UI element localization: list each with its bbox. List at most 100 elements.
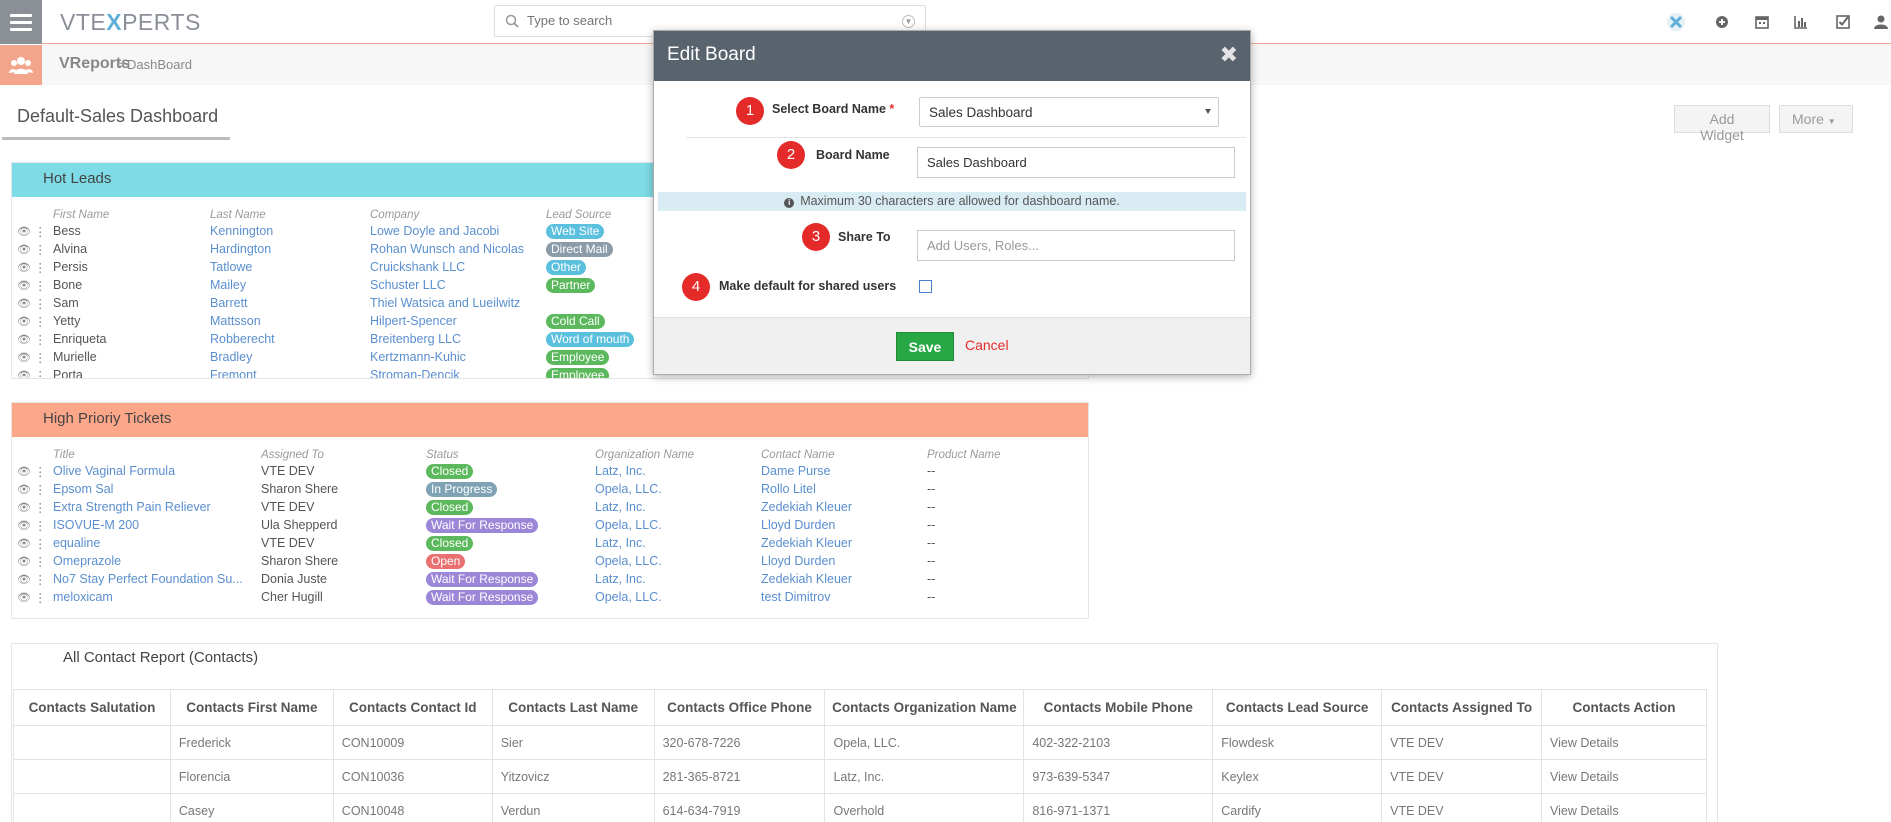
row-actions-icon[interactable]: ⋮ [34, 518, 47, 533]
row-actions-icon[interactable]: ⋮ [34, 500, 47, 515]
ticket-title[interactable]: Omeprazole [53, 554, 121, 568]
col-status[interactable]: Status [426, 449, 459, 461]
col-company[interactable]: Company [370, 209, 419, 221]
list-item[interactable]: 👁 ⋮ Olive Vaginal Formula VTE DEV Closed Latz… [12, 463, 1088, 481]
lead-company[interactable]: Stroman-Dencik [370, 368, 460, 378]
row-actions-icon[interactable]: ⋮ [34, 482, 47, 497]
tickets-header[interactable]: High Prioriy Tickets [12, 403, 1088, 437]
ticket-contact[interactable]: Dame Purse [761, 464, 830, 478]
ticket-org[interactable]: Opela, LLC. [595, 518, 662, 532]
view-eye-icon[interactable]: 👁 [17, 483, 31, 496]
view-eye-icon[interactable]: 👁 [17, 555, 31, 568]
lead-company[interactable]: Schuster LLC [370, 278, 446, 292]
col-assigned-to[interactable]: Assigned To [261, 449, 324, 461]
ticket-title[interactable]: Extra Strength Pain Reliever [53, 500, 211, 514]
view-eye-icon[interactable]: 👁 [17, 315, 31, 328]
select-board-dropdown[interactable]: Sales Dashboard [919, 97, 1219, 127]
row-actions-icon[interactable]: ⋮ [34, 278, 47, 293]
row-actions-icon[interactable]: ⋮ [34, 554, 47, 569]
ticket-title[interactable]: meloxicam [53, 590, 113, 604]
ticket-contact[interactable]: Zedekiah Kleuer [761, 536, 852, 550]
view-eye-icon[interactable]: 👁 [17, 225, 31, 238]
view-eye-icon[interactable]: 👁 [17, 369, 31, 378]
col-last-name[interactable]: Last Name [210, 209, 266, 221]
row-actions-icon[interactable]: ⋮ [34, 242, 47, 257]
lead-last-name[interactable]: Mattsson [210, 314, 261, 328]
cancel-link[interactable]: Cancel [965, 337, 1009, 353]
lead-last-name[interactable]: Barrett [210, 296, 248, 310]
ticket-title[interactable]: No7 Stay Perfect Foundation Su... [53, 572, 243, 586]
col-product-name[interactable]: Product Name [927, 449, 1001, 461]
tab-default-sales-dashboard[interactable]: Default-Sales Dashboard [2, 104, 230, 140]
list-item[interactable]: 👁 ⋮ equaline VTE DEV Closed Latz, Inc. Zedekia… [12, 535, 1088, 553]
row-actions-icon[interactable]: ⋮ [34, 314, 47, 329]
report-column-header[interactable]: Contacts Assigned To [1381, 689, 1543, 726]
report-column-header[interactable]: Contacts Salutation [13, 689, 171, 726]
col-lead-source[interactable]: Lead Source [546, 209, 611, 221]
report-column-header[interactable]: Contacts Lead Source [1212, 689, 1383, 726]
list-item[interactable]: 👁 ⋮ meloxicam Cher Hugill Wait For Response O… [12, 589, 1088, 607]
list-item[interactable]: 👁 ⋮ No7 Stay Perfect Foundation Su... Donia… [12, 571, 1088, 589]
user-icon[interactable] [1871, 12, 1891, 32]
ticket-title[interactable]: ISOVUE-M 200 [53, 518, 139, 532]
view-eye-icon[interactable]: 👁 [17, 351, 31, 364]
lead-company[interactable]: Kertzmann-Kuhic [370, 350, 466, 364]
add-widget-button[interactable]: Add Widget [1674, 105, 1770, 143]
ticket-org[interactable]: Latz, Inc. [595, 464, 646, 478]
close-icon[interactable]: ✖ [1220, 42, 1238, 68]
vtexperts-x-icon[interactable] [1666, 12, 1686, 32]
search-input[interactable] [527, 13, 887, 28]
row-actions-icon[interactable]: ⋮ [34, 260, 47, 275]
vtexperts-logo[interactable]: VTEXPERTS [60, 9, 201, 36]
table-cell[interactable]: View Details [1541, 793, 1707, 822]
view-eye-icon[interactable]: 👁 [17, 465, 31, 478]
ticket-contact[interactable]: Rollo Litel [761, 482, 816, 496]
row-actions-icon[interactable]: ⋮ [34, 332, 47, 347]
reports-chart-icon[interactable] [1791, 12, 1811, 32]
ticket-title[interactable]: Olive Vaginal Formula [53, 464, 175, 478]
ticket-contact[interactable]: Zedekiah Kleuer [761, 500, 852, 514]
ticket-title[interactable]: equaline [53, 536, 100, 550]
report-title[interactable]: All Contact Report (Contacts) [63, 649, 258, 666]
report-column-header[interactable]: Contacts Organization Name [824, 689, 1025, 726]
ticket-org[interactable]: Latz, Inc. [595, 572, 646, 586]
ticket-org[interactable]: Opela, LLC. [595, 590, 662, 604]
ticket-title[interactable]: Epsom Sal [53, 482, 113, 496]
view-eye-icon[interactable]: 👁 [17, 537, 31, 550]
list-item[interactable]: 👁 ⋮ Epsom Sal Sharon Shere In Progress Opela,… [12, 481, 1088, 499]
list-item[interactable]: 👁 ⋮ ISOVUE-M 200 Ula Shepperd Wait For Respo… [12, 517, 1088, 535]
users-group-icon[interactable] [0, 45, 42, 85]
board-name-input[interactable] [917, 147, 1235, 178]
save-button[interactable]: Save [896, 332, 954, 361]
row-actions-icon[interactable]: ⋮ [34, 536, 47, 551]
row-actions-icon[interactable]: ⋮ [34, 350, 47, 365]
list-item[interactable]: 👁 ⋮ Extra Strength Pain Reliever VTE DEV Clo… [12, 499, 1088, 517]
table-cell[interactable]: View Details [1541, 759, 1707, 794]
more-dropdown[interactable]: More ▼ [1779, 105, 1853, 133]
lead-last-name[interactable]: Bradley [210, 350, 252, 364]
row-actions-icon[interactable]: ⋮ [34, 224, 47, 239]
row-actions-icon[interactable]: ⋮ [34, 368, 47, 378]
lead-last-name[interactable]: Robberecht [210, 332, 275, 346]
report-column-header[interactable]: Contacts Mobile Phone [1023, 689, 1214, 726]
col-first-name[interactable]: First Name [53, 209, 109, 221]
row-actions-icon[interactable]: ⋮ [34, 590, 47, 605]
lead-last-name[interactable]: Mailey [210, 278, 246, 292]
row-actions-icon[interactable]: ⋮ [34, 572, 47, 587]
view-eye-icon[interactable]: 👁 [17, 501, 31, 514]
col-organization[interactable]: Organization Name [595, 449, 694, 461]
col-title[interactable]: Title [53, 449, 75, 461]
lead-company[interactable]: Thiel Watsica and Lueilwitz [370, 296, 520, 310]
menu-icon[interactable] [0, 0, 42, 44]
lead-last-name[interactable]: Tatlowe [210, 260, 252, 274]
ticket-contact[interactable]: Lloyd Durden [761, 554, 835, 568]
lead-last-name[interactable]: Fremont [210, 368, 257, 378]
lead-company[interactable]: Breitenberg LLC [370, 332, 461, 346]
lead-company[interactable]: Hilpert-Spencer [370, 314, 457, 328]
report-column-header[interactable]: Contacts Office Phone [653, 689, 826, 726]
lead-company[interactable]: Rohan Wunsch and Nicolas [370, 242, 524, 256]
report-column-header[interactable]: Contacts Contact Id [332, 689, 493, 726]
view-eye-icon[interactable]: 👁 [17, 297, 31, 310]
row-actions-icon[interactable]: ⋮ [34, 296, 47, 311]
ticket-org[interactable]: Latz, Inc. [595, 536, 646, 550]
